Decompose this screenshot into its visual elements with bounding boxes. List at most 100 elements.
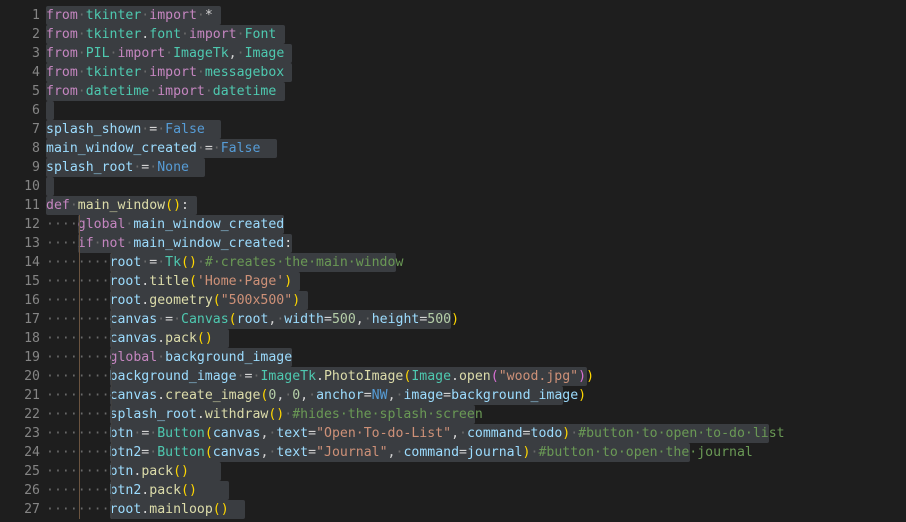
token-cls: Button: [157, 426, 205, 441]
token-ws: ·: [236, 46, 245, 61]
code-line[interactable]: ········background_image·=·ImageTk.Photo…: [46, 367, 594, 386]
token-b1: (): [181, 483, 197, 498]
token-cls: datetime: [212, 84, 277, 99]
line-number: 23: [24, 426, 40, 441]
code-line[interactable]: ········root.geometry("500x500"): [46, 291, 300, 310]
token-ws: ····: [46, 236, 78, 251]
line-number: 1: [32, 8, 40, 23]
token-b2: (: [490, 369, 499, 384]
token-kw: from: [46, 8, 78, 23]
token-cls: messagebox: [204, 65, 285, 80]
token-b1: (: [212, 293, 221, 308]
token-ws: ········: [46, 407, 110, 422]
token-op: =: [443, 388, 452, 403]
token-ws: ·: [77, 65, 86, 80]
token-ws: ········: [46, 445, 110, 460]
code-line[interactable]: ········root·=·Tk()·#·creates·the·main·w…: [46, 253, 403, 272]
token-var: splash_root: [109, 407, 197, 422]
token-fn: open: [458, 369, 491, 384]
token-cls: ImageTk: [260, 369, 317, 384]
token-b1: ): [522, 445, 531, 460]
code-line[interactable]: splash_shown·=·False: [46, 120, 205, 139]
token-var: canvas: [109, 331, 158, 346]
code-line[interactable]: def·main_window():: [46, 196, 189, 215]
token-num: 500: [427, 312, 452, 327]
token-kw: global: [77, 217, 126, 232]
token-cst: False: [165, 122, 205, 137]
token-ws: ········: [46, 483, 110, 498]
token-ws: ········: [46, 293, 110, 308]
code-line[interactable]: splash_root·=·None: [46, 158, 189, 177]
token-var: btn: [109, 464, 134, 479]
token-var: main_window_created: [46, 141, 197, 156]
token-b1: ): [292, 293, 301, 308]
token-cmt: #hides·the·splash·screen: [292, 407, 483, 422]
code-content[interactable]: from·tkinter·import·* from·tkinter.font·i…: [46, 0, 906, 522]
token-op: .: [157, 331, 166, 346]
code-line[interactable]: from·datetime·import·datetime: [46, 82, 276, 101]
code-line[interactable]: ········canvas.create_image(0,·0,·anchor…: [46, 386, 586, 405]
code-editor[interactable]: from·tkinter·import·* from·tkinter.font·i…: [0, 0, 906, 522]
line-number: 4: [32, 65, 40, 80]
token-op: =: [204, 141, 213, 156]
line-number: 19: [24, 350, 40, 365]
token-b1: ): [284, 274, 293, 289]
token-cls: datetime: [85, 84, 150, 99]
token-kw: not: [101, 236, 126, 251]
code-line[interactable]: ····if·not·main_window_created:: [46, 234, 292, 253]
code-line[interactable]: ········global·background_image: [46, 348, 292, 367]
code-line[interactable]: ····global·main_window_created: [46, 215, 284, 234]
line-number: 6: [32, 103, 40, 118]
token-cls: ImageTk: [173, 46, 229, 61]
token-kw: import: [188, 27, 237, 42]
token-var: command: [403, 445, 460, 460]
token-op: =: [324, 312, 332, 327]
token-var: image: [403, 388, 444, 403]
token-cls: Button: [157, 445, 205, 460]
code-line[interactable]: ········btn·=·Button(canvas,·text="Open·…: [46, 424, 785, 443]
token-op: ,: [451, 426, 460, 441]
code-line[interactable]: ········root.mainloop(): [46, 500, 229, 519]
line-number: 16: [24, 293, 40, 308]
line-number: 18: [24, 331, 40, 346]
token-op: .: [157, 388, 166, 403]
token-kw: from: [46, 65, 78, 80]
code-line[interactable]: ········canvas.pack(): [46, 329, 213, 348]
token-ws: ·: [77, 46, 86, 61]
token-b2: ): [578, 369, 587, 384]
token-b1: (: [188, 274, 197, 289]
code-line[interactable]: from·tkinter·import·*: [46, 6, 213, 25]
token-op: *: [204, 8, 213, 23]
line-number: 15: [24, 274, 40, 289]
token-kw: if: [77, 236, 94, 251]
token-kw: global: [109, 350, 158, 365]
token-ws: ········: [46, 388, 110, 403]
line-number: 2: [32, 27, 40, 42]
code-line[interactable]: ········btn.pack(): [46, 462, 189, 481]
code-line[interactable]: from·tkinter.font·import·Font: [46, 25, 276, 44]
token-op: :: [181, 198, 189, 213]
token-var: root: [109, 255, 142, 270]
code-line[interactable]: ········btn2.pack(): [46, 481, 197, 500]
token-cls: PIL: [85, 46, 110, 61]
token-ws: ·: [363, 312, 372, 327]
token-cls: Tk: [165, 255, 182, 270]
selection-highlight: [46, 101, 54, 120]
token-var: canvas: [109, 388, 158, 403]
code-line[interactable]: main_window_created·=·False: [46, 139, 260, 158]
token-ws: ········: [46, 464, 110, 479]
line-number: 24: [24, 445, 40, 460]
code-line[interactable]: ········btn2=·Button(canvas,·text="Journ…: [46, 443, 753, 462]
token-op: =: [149, 255, 158, 270]
code-line[interactable]: from·tkinter·import·messagebox: [46, 63, 284, 82]
code-line[interactable]: ········canvas·=·Canvas(root,·width=500,…: [46, 310, 459, 329]
code-line[interactable]: from·PIL·import·ImageTk,·Image: [46, 44, 284, 63]
token-op: ,: [387, 388, 396, 403]
line-number: 10: [24, 179, 40, 194]
line-number: 11: [24, 198, 40, 213]
line-number-gutter[interactable]: 1 2 3 4 5 6 7 8 9 10 11 12 13 14 15 16 17 18 19 20 21 22 23 24 2…: [0, 0, 46, 522]
token-var: root: [109, 502, 142, 517]
code-line[interactable]: ········root.title('Home·Page'): [46, 272, 292, 291]
token-var: text: [276, 426, 309, 441]
token-ws: ·: [284, 407, 293, 422]
